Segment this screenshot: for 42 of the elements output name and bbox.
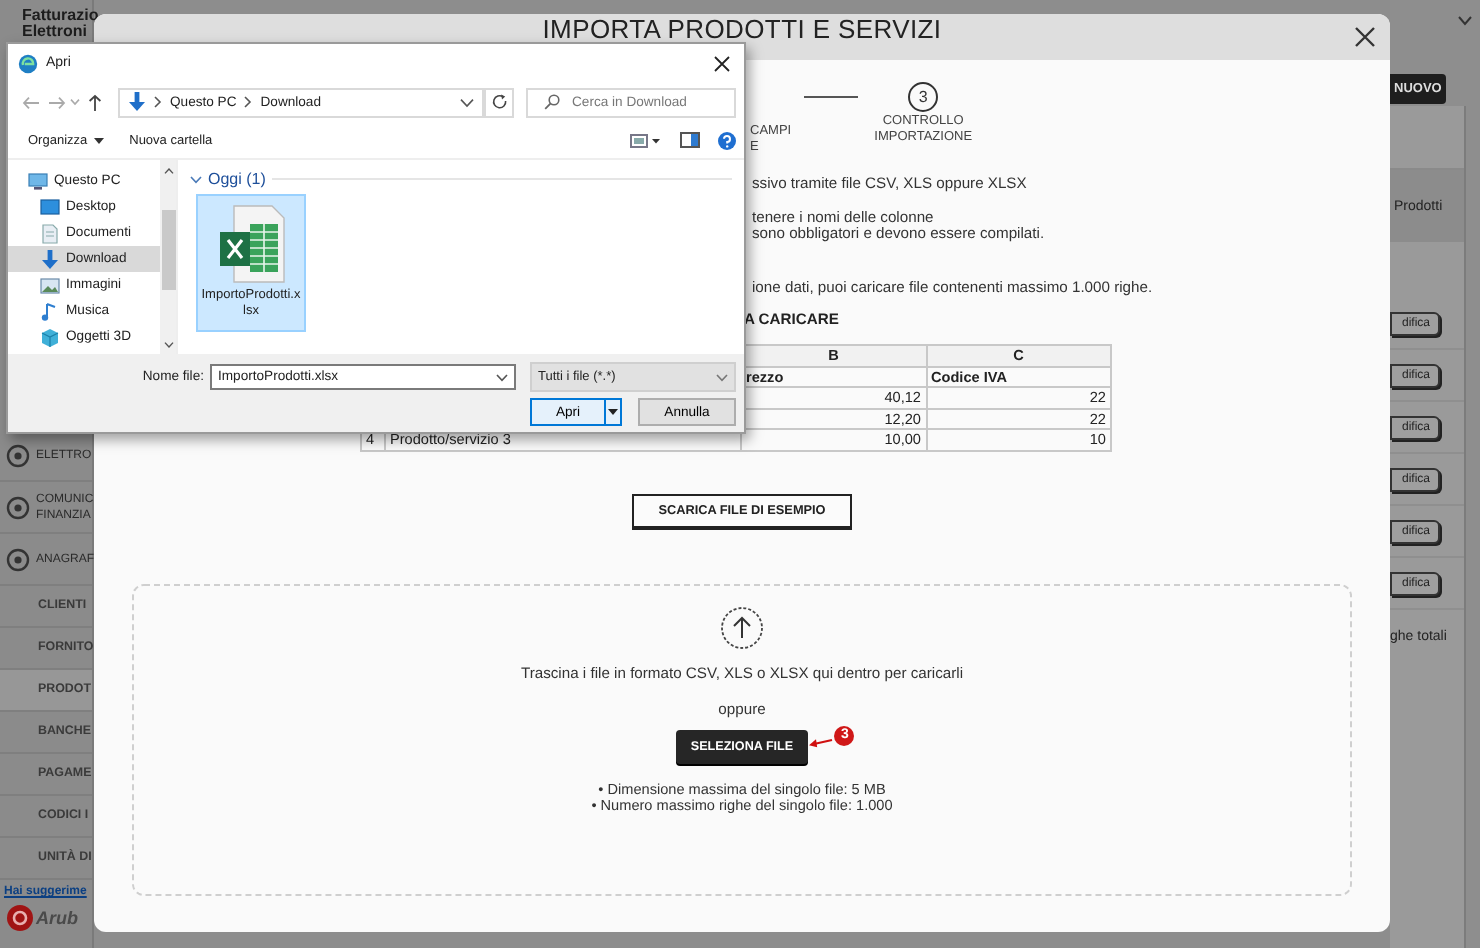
group-header[interactable]: Oggi (1) (208, 170, 266, 188)
download-icon (128, 92, 146, 112)
image-icon (40, 275, 60, 295)
close-icon[interactable] (1354, 26, 1376, 48)
scroll-thumb[interactable] (161, 210, 175, 290)
caret-icon[interactable] (604, 398, 622, 426)
step-number: 3 (908, 82, 939, 112)
help-icon[interactable] (718, 131, 736, 149)
caret-icon (496, 373, 508, 381)
modal-title: IMPORTA PRODOTTI E SERVIZI (542, 16, 942, 42)
chevron-icon (244, 96, 253, 108)
caret-icon[interactable] (460, 97, 474, 107)
caret-icon (716, 373, 728, 381)
refresh-button[interactable] (484, 87, 514, 117)
circle-icon (6, 443, 30, 467)
cube-icon (40, 327, 60, 347)
close-icon[interactable] (714, 55, 730, 71)
circle-icon (6, 495, 30, 519)
desktop-icon (40, 197, 60, 217)
music-note-icon (40, 301, 60, 321)
app-title: Elettroni (22, 24, 89, 40)
refresh-icon (491, 94, 507, 110)
upload-icon (720, 605, 764, 649)
caret-icon[interactable] (163, 168, 173, 174)
download-icon (40, 249, 60, 269)
logo-icon (6, 904, 34, 932)
view-icon[interactable] (630, 133, 662, 147)
spreadsheet-icon (217, 204, 285, 284)
circle-icon (6, 547, 30, 571)
document-icon (40, 223, 60, 243)
chevron-icon (154, 96, 162, 108)
up-arrow-icon[interactable] (88, 93, 102, 111)
scrollbar[interactable] (160, 160, 176, 354)
arrow-icon (808, 733, 835, 747)
preview-pane-icon[interactable] (680, 132, 700, 148)
chevron-icon (1458, 16, 1472, 26)
search-icon (544, 94, 560, 110)
browser-icon (18, 53, 38, 73)
computer-icon (28, 171, 48, 191)
caret-icon[interactable] (163, 342, 173, 348)
caret-icon (93, 137, 104, 143)
logo-text: Arub (36, 908, 78, 928)
